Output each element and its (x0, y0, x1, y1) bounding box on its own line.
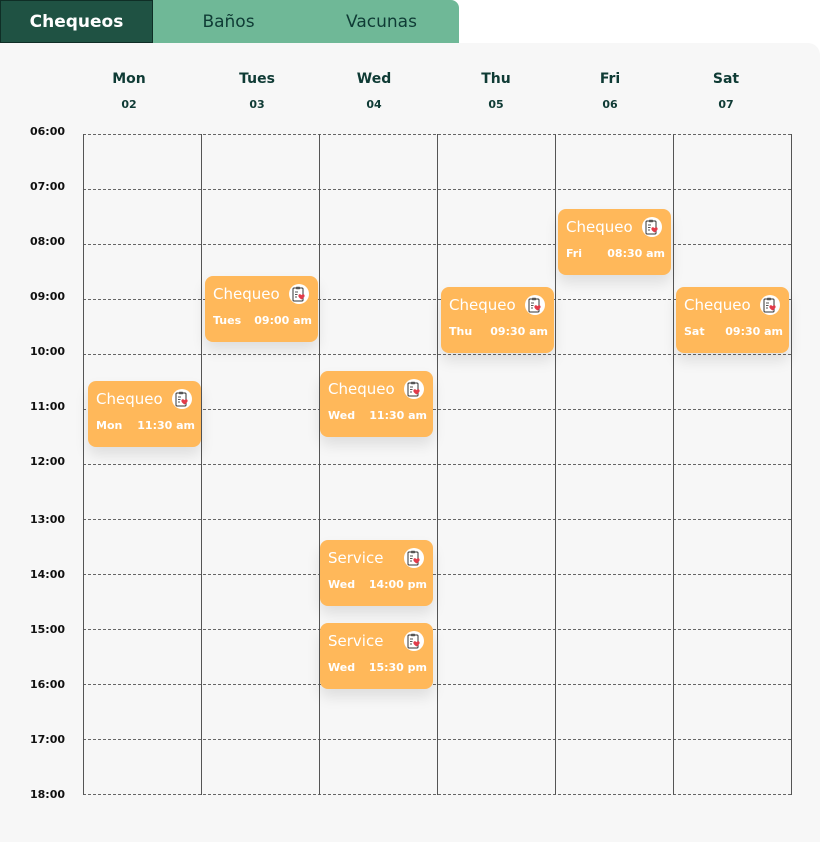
day-header-fri: Fri 06 (551, 70, 669, 112)
event-time: 09:00 am (254, 314, 312, 327)
day-column-divider (673, 134, 674, 795)
event-card[interactable]: Service Wed 15:30 pm (320, 623, 433, 689)
checkup-clipboard-heart-icon (525, 295, 545, 315)
day-date: 03 (249, 98, 265, 111)
time-label: 14:00 (30, 568, 66, 581)
event-day: Wed (328, 578, 356, 591)
event-time: 11:30 am (369, 409, 427, 422)
tab-chequeos[interactable]: Chequeos (0, 0, 153, 43)
event-day: Wed (328, 661, 356, 674)
time-label: 15:00 (30, 623, 66, 636)
day-date: 04 (366, 98, 382, 111)
time-label: 11:00 (30, 400, 66, 413)
event-card[interactable]: Chequeo Mon 11:30 am (88, 381, 201, 447)
day-column-divider (319, 134, 320, 795)
day-name: Fri (599, 71, 621, 87)
event-day: Fri (566, 247, 583, 260)
time-label: 12:00 (30, 455, 66, 468)
event-card[interactable]: Chequeo Sat 09:30 am (676, 287, 789, 353)
day-name: Thu (481, 71, 511, 87)
event-time: 09:30 am (725, 325, 783, 338)
day-column-divider (201, 134, 202, 795)
checkup-clipboard-heart-icon (404, 548, 424, 568)
event-card[interactable]: Chequeo Wed 11:30 am (320, 371, 433, 437)
checkup-clipboard-heart-icon (289, 284, 309, 304)
event-title: Chequeo (213, 285, 280, 303)
event-title: Chequeo (96, 390, 163, 408)
event-time: 09:30 am (490, 325, 548, 338)
event-day: Thu (449, 325, 473, 338)
time-label: 10:00 (30, 345, 66, 358)
event-time: 15:30 pm (368, 661, 427, 674)
time-label: 13:00 (30, 513, 66, 526)
time-label: 18:00 (30, 788, 66, 801)
day-date: 07 (718, 98, 734, 111)
checkup-clipboard-heart-icon (404, 631, 424, 651)
checkup-clipboard-heart-icon (642, 217, 662, 237)
day-header-mon: Mon 02 (70, 70, 188, 112)
event-title: Service (328, 632, 384, 650)
event-day: Mon (96, 419, 123, 432)
event-title: Chequeo (566, 218, 633, 236)
time-label: 06:00 (30, 125, 66, 138)
event-title: Chequeo (449, 296, 516, 314)
time-label: 16:00 (30, 678, 66, 691)
day-header-sat: Sat 07 (667, 70, 785, 112)
checkup-clipboard-heart-icon (760, 295, 780, 315)
day-date: 02 (121, 98, 137, 111)
event-time: 11:30 am (137, 419, 195, 432)
event-time: 14:00 pm (368, 578, 427, 591)
event-title: Service (328, 549, 384, 567)
event-title: Chequeo (684, 296, 751, 314)
time-label: 17:00 (30, 733, 66, 746)
checkup-clipboard-heart-icon (404, 379, 424, 399)
day-name: Wed (356, 71, 392, 87)
tab-banos[interactable]: Baños (153, 0, 304, 43)
event-card[interactable]: Chequeo Thu 09:30 am (441, 287, 554, 353)
day-column-divider (83, 134, 84, 795)
event-day: Sat (684, 325, 705, 338)
day-header-wed: Wed 04 (315, 70, 433, 112)
day-name: Tues (239, 71, 275, 87)
event-day: Wed (328, 409, 356, 422)
event-card[interactable]: Service Wed 14:00 pm (320, 540, 433, 606)
day-column-divider (437, 134, 438, 795)
day-name: Sat (712, 71, 740, 87)
day-column-divider (555, 134, 556, 795)
day-header-thu: Thu 05 (437, 70, 555, 112)
day-date: 06 (602, 98, 618, 111)
tab-bar: Chequeos Baños Vacunas (0, 0, 459, 43)
day-name: Mon (112, 71, 146, 87)
event-title: Chequeo (328, 380, 395, 398)
day-column-divider (791, 134, 792, 795)
time-label: 09:00 (30, 290, 66, 303)
event-card[interactable]: Chequeo Tues 09:00 am (205, 276, 318, 342)
day-header-tues: Tues 03 (198, 70, 316, 112)
tab-vacunas[interactable]: Vacunas (304, 0, 459, 43)
day-date: 05 (488, 98, 504, 111)
event-day: Tues (213, 314, 242, 327)
event-card[interactable]: Chequeo Fri 08:30 am (558, 209, 671, 275)
time-label: 07:00 (30, 180, 66, 193)
checkup-clipboard-heart-icon (172, 389, 192, 409)
time-label: 08:00 (30, 235, 66, 248)
event-time: 08:30 am (607, 247, 665, 260)
